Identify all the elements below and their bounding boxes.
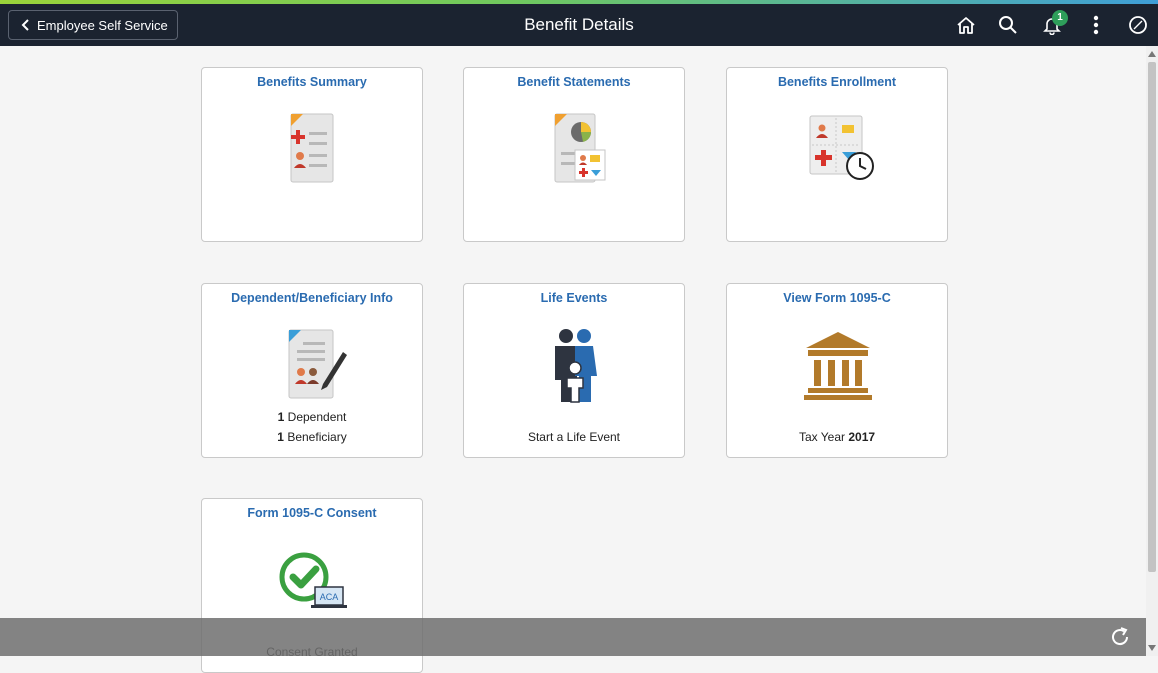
tile-view-form-1095c[interactable]: View Form 1095-C Tax Year 2017 xyxy=(726,283,948,458)
consent-check-icon: ACA xyxy=(279,552,347,608)
tile-benefits-summary[interactable]: Benefits Summary xyxy=(201,67,423,242)
aca-badge-text: ACA xyxy=(320,592,339,602)
search-icon[interactable] xyxy=(996,13,1020,37)
dependent-label: Dependent xyxy=(287,410,347,424)
tile-title: Life Events xyxy=(540,291,608,305)
beneficiary-label: Beneficiary xyxy=(287,430,347,444)
tax-year-value: 2017 xyxy=(848,430,876,444)
benefit-statements-icon xyxy=(554,113,606,183)
benefits-summary-icon xyxy=(290,113,334,183)
family-icon xyxy=(555,329,597,403)
top-banner: Employee Self Service Benefit Details 1 xyxy=(0,4,1158,46)
bottom-toolbar xyxy=(0,618,1146,656)
tiles-area: Benefits Summary Benefit Statements Bene… xyxy=(8,46,1144,673)
tax-year-label: Tax Year xyxy=(798,430,845,444)
benefits-enrollment-icon xyxy=(809,115,874,180)
tile-dependent-beneficiary-info[interactable]: Dependent/Beneficiary Info 1 Dependent 1… xyxy=(201,283,423,458)
back-button[interactable]: Employee Self Service xyxy=(8,10,178,40)
scrollbar-thumb[interactable] xyxy=(1148,62,1156,572)
actions-menu-icon[interactable] xyxy=(1084,13,1108,37)
tile-title: Form 1095-C Consent xyxy=(247,506,377,520)
vertical-scrollbar[interactable] xyxy=(1146,46,1158,656)
scroll-down-arrow-icon[interactable] xyxy=(1146,642,1158,654)
government-building-icon xyxy=(804,332,872,400)
dependent-count-line: 1 Dependent xyxy=(202,410,422,424)
tax-year-line: Tax Year 2017 xyxy=(727,430,947,444)
dependent-info-icon xyxy=(288,329,347,399)
notifications-button[interactable]: 1 xyxy=(1040,10,1068,37)
tile-benefit-statements[interactable]: Benefit Statements xyxy=(463,67,685,242)
tile-title: Benefit Statements xyxy=(517,75,631,89)
tile-title: View Form 1095-C xyxy=(783,291,891,305)
tile-title: Benefits Summary xyxy=(257,75,367,89)
refresh-icon[interactable] xyxy=(1108,625,1132,649)
tile-life-events[interactable]: Life Events Start a Life Event xyxy=(463,283,685,458)
back-button-label: Employee Self Service xyxy=(37,17,168,33)
tile-benefits-enrollment[interactable]: Benefits Enrollment xyxy=(726,67,948,242)
beneficiary-count: 1 xyxy=(277,430,284,444)
home-icon[interactable] xyxy=(954,13,978,37)
scroll-up-arrow-icon[interactable] xyxy=(1146,48,1158,60)
tile-title: Benefits Enrollment xyxy=(777,75,897,89)
dependent-count: 1 xyxy=(277,410,285,424)
life-event-line: Start a Life Event xyxy=(527,430,621,444)
navbar-compass-icon[interactable] xyxy=(1126,13,1150,37)
notification-badge: 1 xyxy=(1052,10,1068,26)
chevron-left-icon xyxy=(15,19,37,31)
beneficiary-count-line: 1 Beneficiary xyxy=(202,430,422,444)
tile-title: Dependent/Beneficiary Info xyxy=(231,291,393,305)
